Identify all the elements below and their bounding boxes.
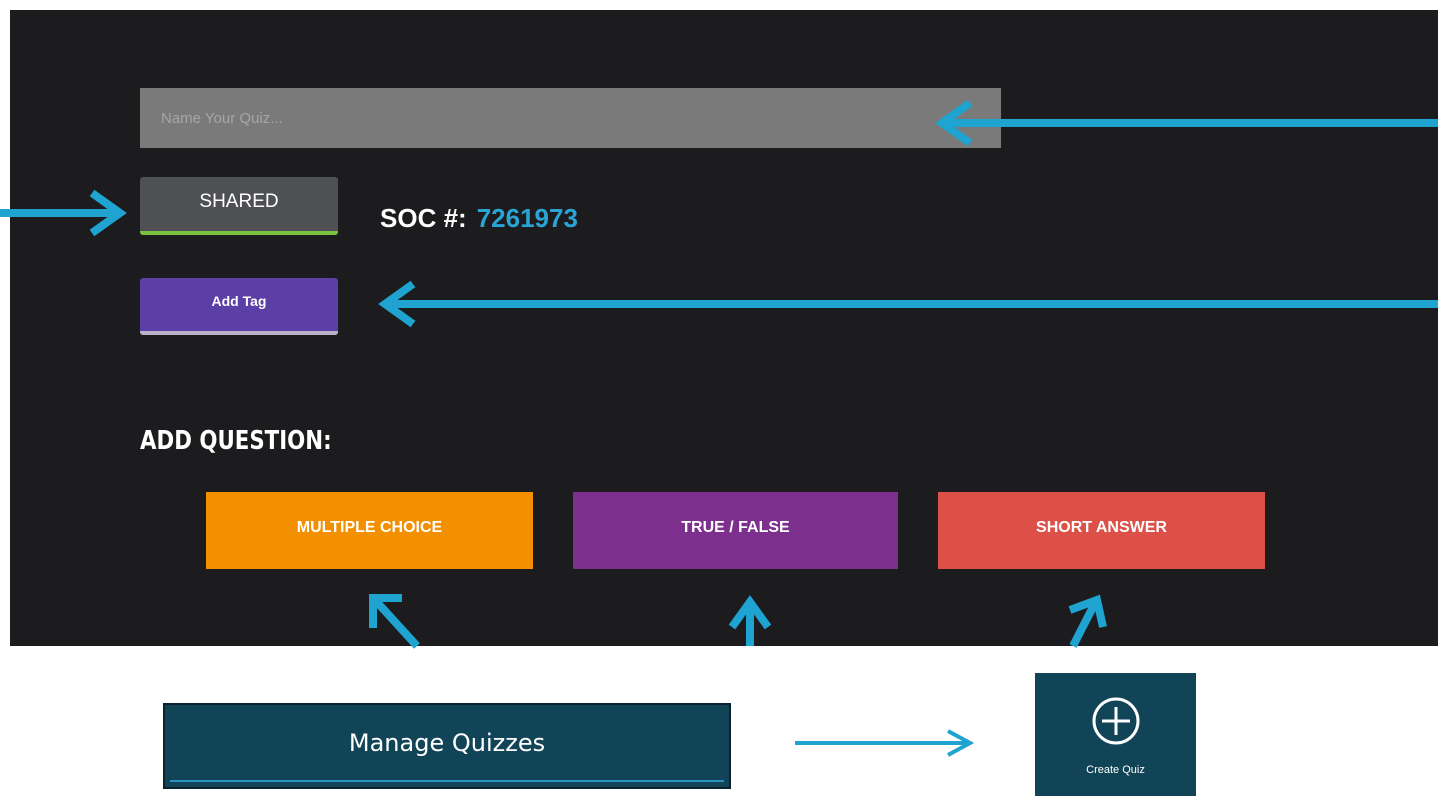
quiz-name-input[interactable] [140, 88, 1001, 148]
arrow-manage-to-create-icon [795, 729, 975, 757]
manage-quizzes-button[interactable]: Manage Quizzes [163, 703, 731, 789]
create-quiz-button[interactable]: Create Quiz [1035, 673, 1196, 796]
screenshot-canvas: SHARED SOC #: 7261973 Add Tag ADD QUESTI… [0, 0, 1438, 796]
true-false-button[interactable]: TRUE / FALSE [573, 492, 898, 569]
soc-number-display: SOC #: 7261973 [380, 200, 578, 236]
plus-circle-icon [1092, 697, 1139, 745]
soc-label: SOC #: [380, 202, 467, 233]
multiple-choice-button[interactable]: MULTIPLE CHOICE [206, 492, 533, 569]
add-tag-button[interactable]: Add Tag [140, 278, 338, 335]
short-answer-button[interactable]: SHORT ANSWER [938, 492, 1265, 569]
shared-toggle-button[interactable]: SHARED [140, 177, 338, 235]
panel-notch [0, 10, 10, 84]
create-quiz-label: Create Quiz [1086, 764, 1145, 776]
manage-underline [170, 780, 724, 782]
soc-value: 7261973 [476, 202, 578, 233]
manage-quizzes-label: Manage Quizzes [348, 728, 546, 757]
add-question-heading: ADD QUESTION: [140, 426, 332, 456]
